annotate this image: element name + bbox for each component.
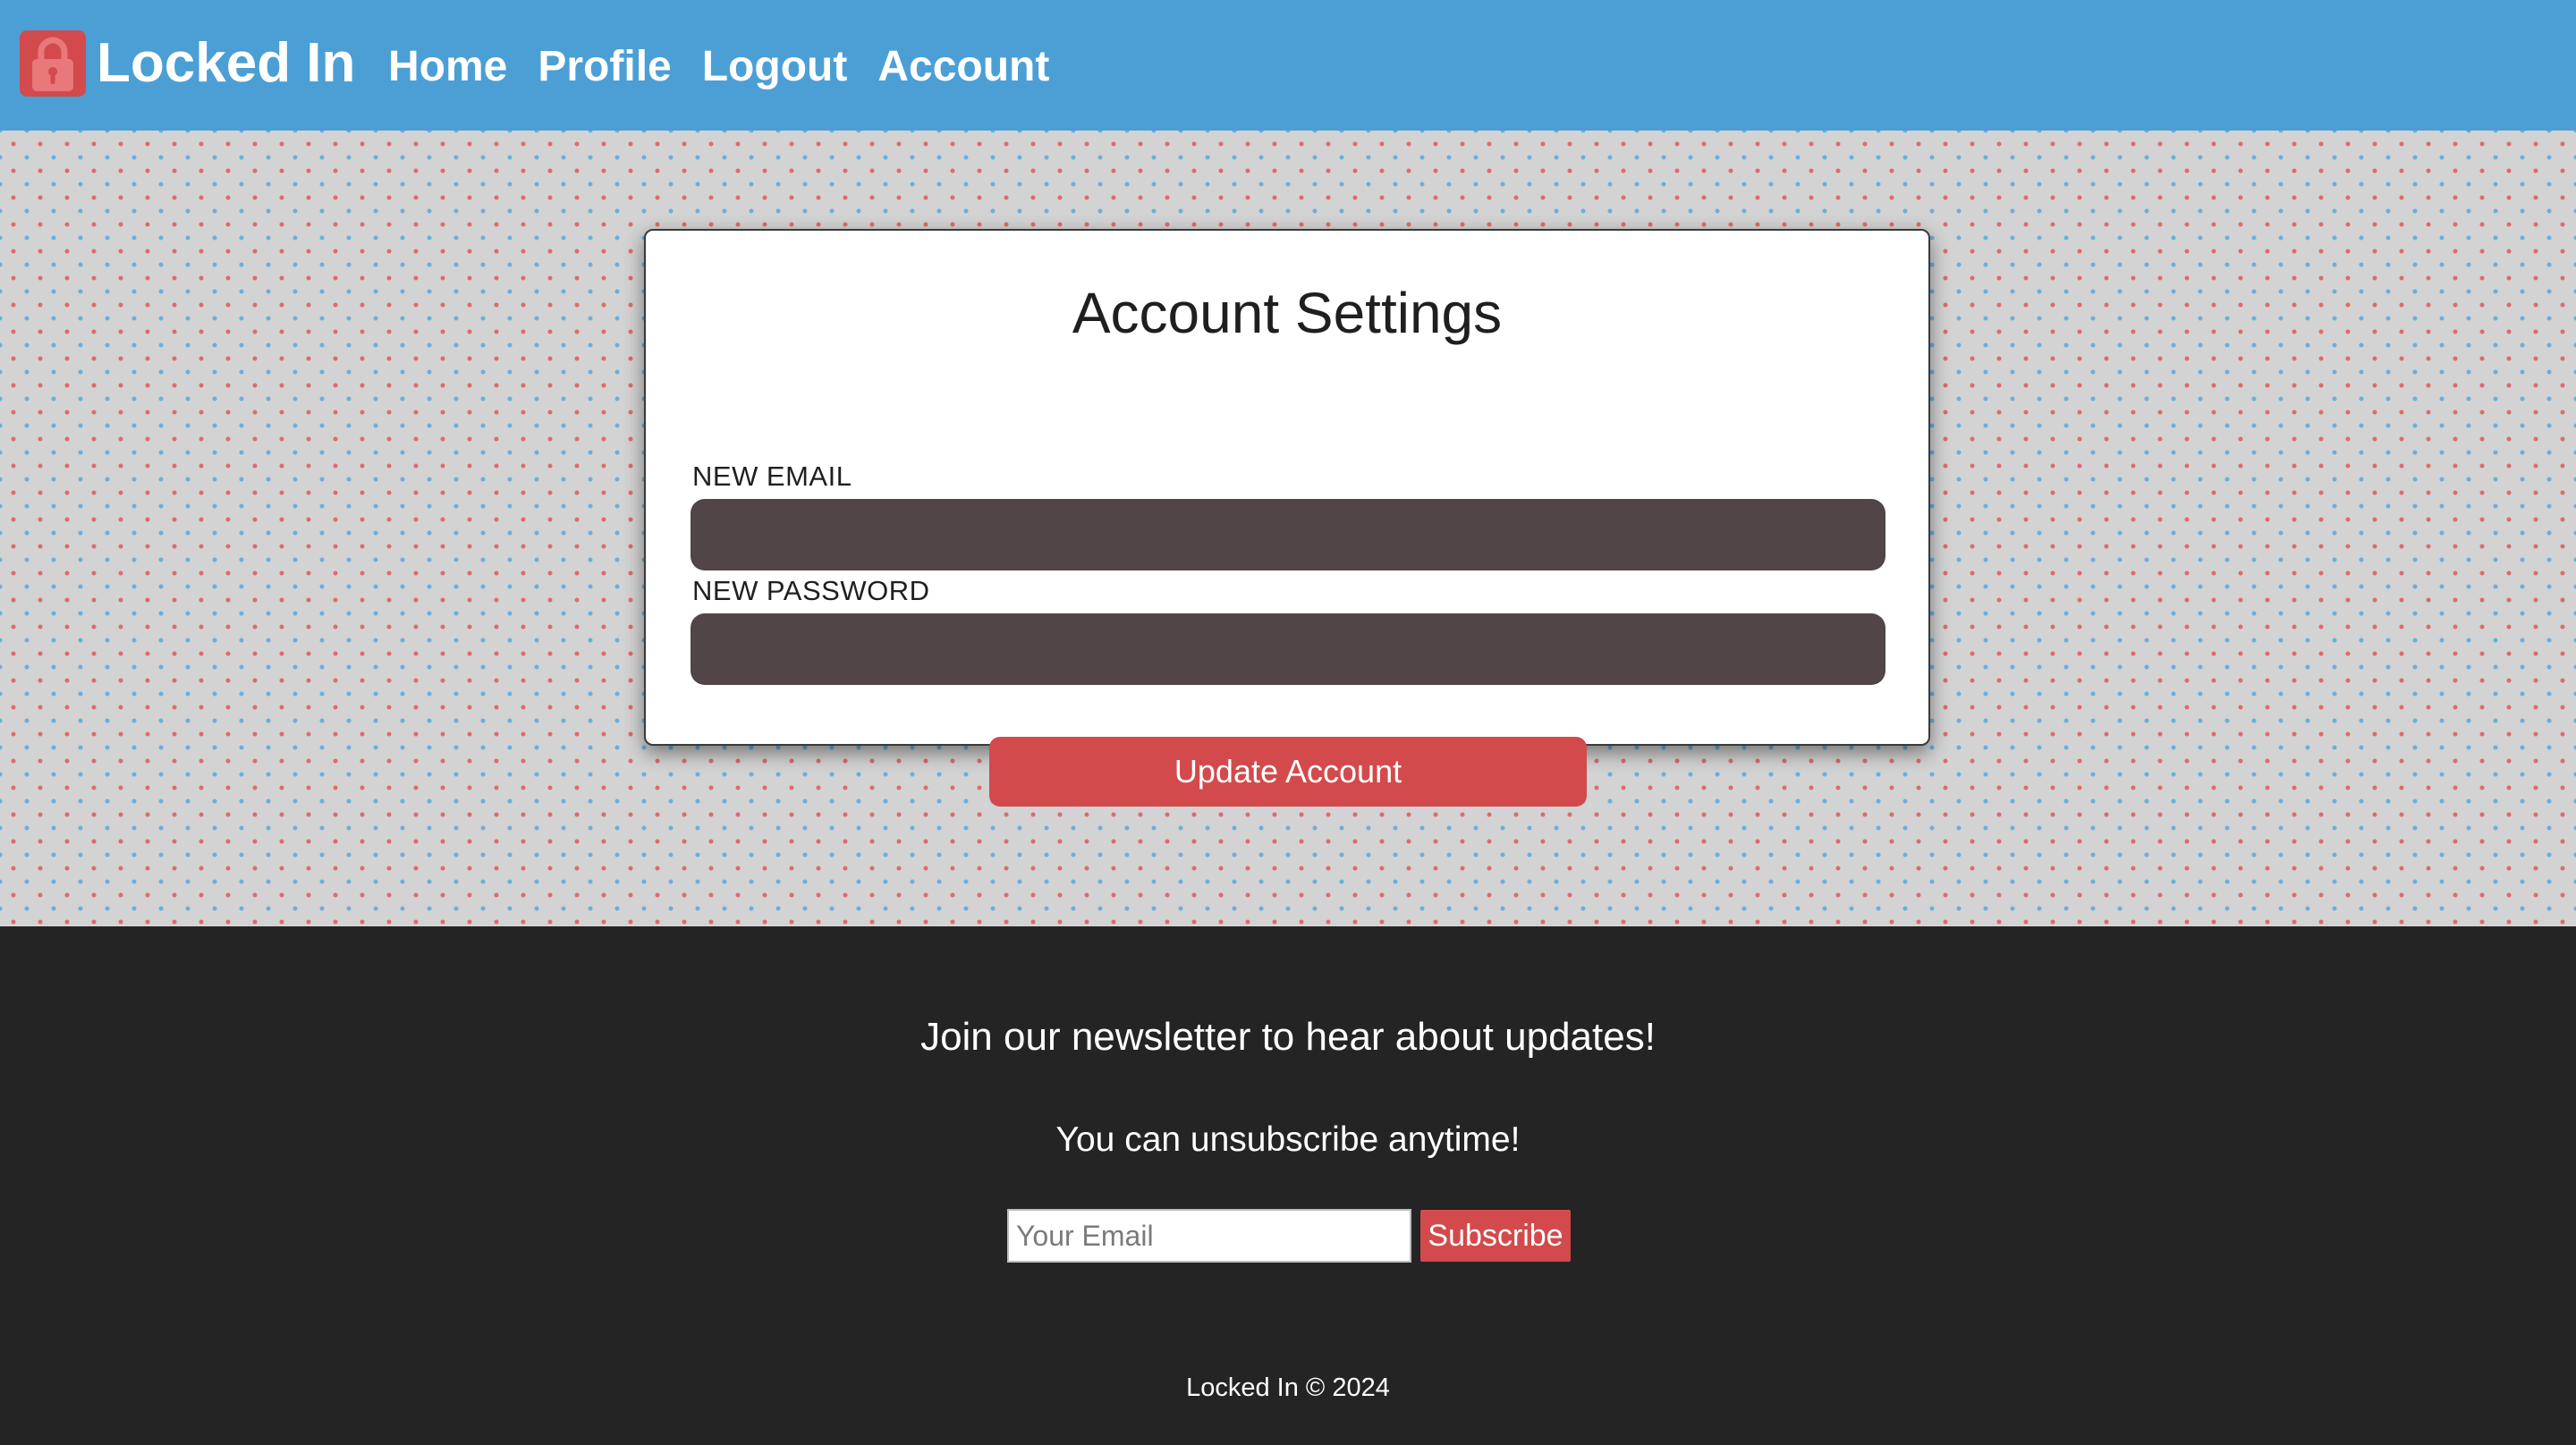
nav-link-logout[interactable]: Logout [702,36,848,98]
newsletter-form: Subscribe [1007,1209,1571,1263]
new-email-field[interactable] [691,499,1885,570]
nav-link-account[interactable]: Account [877,36,1049,98]
brand[interactable]: Locked In [20,30,355,97]
padlock-icon [20,30,86,97]
main-nav: Home Profile Logout Account [388,36,1080,98]
page-title: Account Settings [1072,281,1503,345]
new-email-label: NEW EMAIL [692,461,852,492]
nav-link-home[interactable]: Home [388,36,507,98]
nav-link-profile[interactable]: Profile [538,36,671,98]
subscribe-button[interactable]: Subscribe [1420,1210,1571,1262]
footer: Join our newsletter to hear about update… [0,926,2576,1445]
new-password-label: NEW PASSWORD [692,575,930,606]
brand-name: Locked In [97,32,356,94]
copyright-text: Locked In © 2024 [1186,1373,1390,1402]
new-password-field[interactable] [691,613,1885,685]
newsletter-subtitle: You can unsubscribe anytime! [1055,1120,1521,1159]
account-settings-card: Account Settings NEW EMAIL NEW PASSWORD … [644,229,1930,807]
newsletter-email-input[interactable] [1007,1209,1411,1263]
main-content: Account Settings NEW EMAIL NEW PASSWORD … [0,131,2576,926]
newsletter-title: Join our newsletter to hear about update… [920,1015,1656,1059]
update-account-button[interactable]: Update Account [989,737,1587,807]
top-navbar: Locked In Home Profile Logout Account [0,0,2576,131]
